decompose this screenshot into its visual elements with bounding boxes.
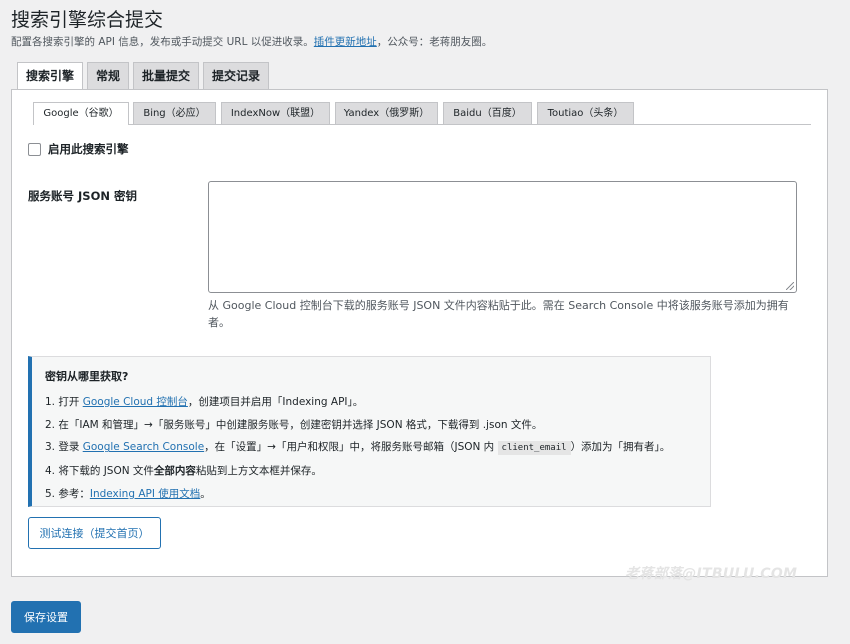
- engine-tab-google[interactable]: Google（谷歌）: [33, 102, 129, 125]
- step1-text: 1. 打开: [45, 396, 83, 408]
- json-key-textarea[interactable]: [208, 181, 797, 293]
- tab-submit-log[interactable]: 提交记录: [203, 62, 270, 89]
- notice-step-3: 3. 登录 Google Search Console，在「设置」→「用户和权限…: [45, 436, 670, 460]
- notice-title: 密钥从哪里获取?: [45, 370, 129, 383]
- step3-middle: ，在「设置」→「用户和权限」中，将服务账号邮箱（JSON 内: [204, 441, 498, 454]
- save-settings-button[interactable]: 保存设置: [11, 601, 81, 633]
- enable-row: 启用此搜索引擎: [28, 141, 129, 157]
- resize-handle-icon[interactable]: [786, 282, 794, 290]
- tab-batch-submit[interactable]: 批量提交: [133, 62, 200, 89]
- google-cloud-console-link[interactable]: Google Cloud 控制台: [83, 396, 188, 408]
- settings-panel: Google（谷歌） Bing（必应） IndexNow（联盟） Yandex（…: [11, 89, 828, 582]
- json-key-label: 服务账号 JSON 密钥: [28, 189, 137, 203]
- engine-tab-yandex[interactable]: Yandex（俄罗斯）: [335, 102, 438, 124]
- enable-label[interactable]: 启用此搜索引擎: [48, 141, 129, 157]
- step3-suffix: ）添加为「拥有者」。: [570, 441, 671, 454]
- notice-step-2: 2. 在「IAM 和管理」→「服务账号」中创建服务账号，创建密钥并选择 JSON…: [45, 418, 543, 431]
- notice-steps: 1. 打开 Google Cloud 控制台，创建项目并启用「Indexing …: [45, 391, 670, 506]
- engine-tab-baidu[interactable]: Baidu（百度）: [443, 102, 532, 124]
- step5-text: 5. 参考：: [45, 487, 90, 500]
- engine-tab-bing[interactable]: Bing（必应）: [133, 102, 216, 124]
- engine-tab-toutiao[interactable]: Toutiao（头条）: [537, 102, 634, 124]
- engine-tabs: Google（谷歌） Bing（必应） IndexNow（联盟） Yandex（…: [33, 102, 811, 125]
- page-description-suffix: ，公众号：老蒋朋友圈。: [376, 36, 493, 48]
- indexing-api-docs-link[interactable]: Indexing API 使用文档: [90, 488, 200, 500]
- tab-general[interactable]: 常规: [87, 62, 130, 89]
- watermark: 老蒋部落@ITBULU.COM: [625, 566, 798, 582]
- json-key-help: 从 Google Cloud 控制台下载的服务账号 JSON 文件内容粘贴于此。…: [208, 299, 789, 329]
- step4-text: 4. 将下载的 JSON 文件: [45, 465, 154, 478]
- notice-step-4: 4. 将下载的 JSON 文件全部内容粘贴到上方文本框并保存。: [45, 460, 670, 483]
- client-email-code: client_email: [497, 441, 571, 456]
- step4-bold: 全部内容: [153, 465, 196, 478]
- step3-text: 3. 登录: [45, 441, 83, 454]
- engine-tab-indexnow[interactable]: IndexNow（联盟）: [221, 102, 330, 124]
- page-description-text: 配置各搜索引擎的 API 信息，发布或手动提交 URL 以促进收录。: [11, 36, 314, 48]
- search-console-link[interactable]: Google Search Console: [83, 441, 204, 453]
- page-description: 配置各搜索引擎的 API 信息，发布或手动提交 URL 以促进收录。插件更新地址…: [11, 34, 492, 49]
- plugin-update-link[interactable]: 插件更新地址: [314, 36, 377, 48]
- main-nav-tabs: 搜索引擎 常规 批量提交 提交记录: [17, 62, 270, 90]
- enable-checkbox[interactable]: [28, 142, 41, 156]
- help-notice: 密钥从哪里获取? 1. 打开 Google Cloud 控制台，创建项目并启用「…: [28, 356, 711, 507]
- step4-suffix: 粘贴到上方文本框并保存。: [195, 465, 322, 478]
- test-connection-button[interactable]: 测试连接（提交首页）: [28, 517, 161, 549]
- page-title: 搜索引擎综合提交: [11, 9, 164, 31]
- tab-search-engines[interactable]: 搜索引擎: [17, 62, 84, 90]
- notice-step-5: 5. 参考：Indexing API 使用文档。: [45, 483, 670, 506]
- notice-step-1: 1. 打开 Google Cloud 控制台，创建项目并启用「Indexing …: [45, 391, 670, 414]
- step5-suffix: 。: [200, 487, 211, 500]
- step1-suffix: ，创建项目并启用「Indexing API」。: [187, 396, 364, 408]
